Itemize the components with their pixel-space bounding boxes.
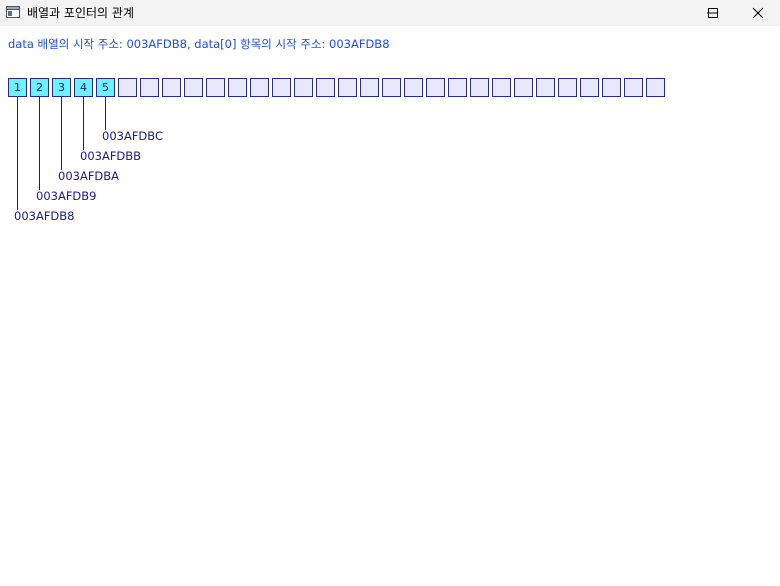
array-cell-empty bbox=[140, 78, 159, 97]
array-cell-empty bbox=[624, 78, 643, 97]
array-cell-2: 3 bbox=[52, 78, 71, 97]
array-cell-empty bbox=[250, 78, 269, 97]
array-cell-empty bbox=[646, 78, 665, 97]
pointer-line bbox=[83, 97, 84, 150]
array-cell-empty bbox=[514, 78, 533, 97]
array-cell-empty bbox=[404, 78, 423, 97]
pointer-line bbox=[105, 97, 106, 130]
array-cell-empty bbox=[558, 78, 577, 97]
array-cell-empty bbox=[382, 78, 401, 97]
array-cell-empty bbox=[272, 78, 291, 97]
pointer-line bbox=[17, 97, 18, 210]
array-cell-empty bbox=[426, 78, 445, 97]
array-cell-empty bbox=[602, 78, 621, 97]
pointer-line bbox=[39, 97, 40, 190]
array-cell-4: 5 bbox=[96, 78, 115, 97]
address-label: 003AFDBB bbox=[80, 149, 142, 163]
array-cell-0: 1 bbox=[8, 78, 27, 97]
array-visualization: 1 2 3 4 5 003AFDB8 003AFDB9 003AFDBA 003AFDBB 003… bbox=[0, 0, 780, 586]
array-cell-empty bbox=[184, 78, 203, 97]
address-label: 003AFDBC bbox=[102, 129, 164, 143]
array-cell-3: 4 bbox=[74, 78, 93, 97]
array-cell-empty bbox=[470, 78, 489, 97]
array-cell-empty bbox=[360, 78, 379, 97]
array-cell-empty bbox=[580, 78, 599, 97]
array-cell-empty bbox=[536, 78, 555, 97]
array-cell-empty bbox=[162, 78, 181, 97]
address-label: 003AFDB8 bbox=[14, 209, 75, 223]
array-cell-empty bbox=[316, 78, 335, 97]
address-label: 003AFDBA bbox=[58, 169, 120, 183]
array-cell-empty bbox=[294, 78, 313, 97]
array-cell-empty bbox=[206, 78, 225, 97]
address-label: 003AFDB9 bbox=[36, 189, 97, 203]
array-cell-empty bbox=[492, 78, 511, 97]
array-cell-empty bbox=[118, 78, 137, 97]
app-window: 배열과 포인터의 관계 data 배열의 시작 주소: 003AFDB8, da… bbox=[0, 0, 780, 586]
array-cell-empty bbox=[338, 78, 357, 97]
array-cell-empty bbox=[228, 78, 247, 97]
array-cell-empty bbox=[448, 78, 467, 97]
array-cell-1: 2 bbox=[30, 78, 49, 97]
pointer-line bbox=[61, 97, 62, 170]
